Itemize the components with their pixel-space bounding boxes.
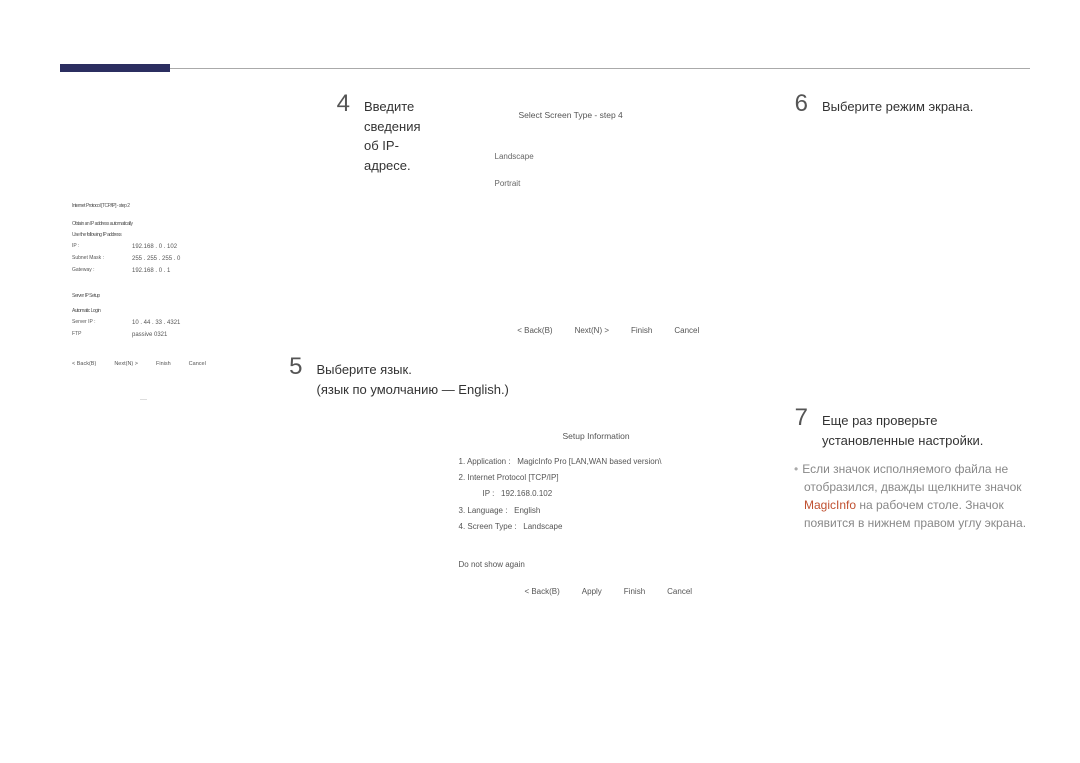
ip-value[interactable]: 192.168 . 0 . 102 xyxy=(132,243,177,252)
next-button[interactable]: Next(N) > xyxy=(114,360,138,368)
step-7-title: Еще раз проверьте установленные настройк… xyxy=(822,411,983,450)
do-not-show-checkbox[interactable]: Do not show again xyxy=(459,560,525,569)
column-left: 4 Введите сведения об IP-адресе. Interne… xyxy=(60,90,421,763)
auto-login-option[interactable]: Automatic Login xyxy=(72,308,421,316)
note-prefix: Если значок исполняемого файла не отобра… xyxy=(802,462,1021,494)
cancel-button[interactable]: Cancel xyxy=(667,587,692,596)
step-5-title-line1: Выберите язык. xyxy=(317,362,412,377)
wizard-title: Internet Protocol [TCP/IP] - step 2 xyxy=(72,203,130,211)
info-lang-label: 3. Language : xyxy=(459,506,508,515)
ftp-label: FTP xyxy=(72,331,132,340)
finish-button[interactable]: Finish xyxy=(631,326,652,335)
step-7: 7 Еще раз проверьте установленные настро… xyxy=(790,404,1030,532)
info-proto-label: 2. Internet Protocol [TCP/IP] xyxy=(459,473,559,482)
note-highlight: MagicInfo xyxy=(804,498,856,512)
info-screen-label: 4. Screen Type : xyxy=(459,522,517,531)
step-5: 5 Выберите язык. (язык по умолчанию — En… xyxy=(285,353,759,407)
header-accent xyxy=(60,64,170,72)
finish-button[interactable]: Finish xyxy=(156,360,171,368)
apply-button[interactable]: Apply xyxy=(582,587,602,596)
bullet-icon: • xyxy=(794,462,802,476)
info-app-label: 1. Application : xyxy=(459,457,511,466)
step-4-wizard: Internet Protocol [TCP/IP] - step 2 Obta… xyxy=(72,193,421,368)
column-right: 6 Выберите режим экрана. 7 Еще раз прове… xyxy=(790,90,1030,763)
step-7-title-line2: установленные настройки. xyxy=(822,431,983,451)
screen-type-wizard-title: Select Screen Type - step 4 xyxy=(519,110,759,120)
column-middle: Select Screen Type - step 4 Landscape Po… xyxy=(453,90,759,763)
next-button[interactable]: Next(N) > xyxy=(575,326,609,335)
finish-button[interactable]: Finish xyxy=(624,587,645,596)
server-ip-value[interactable]: 10 . 44 . 33 . 4321 xyxy=(132,319,180,328)
landscape-option[interactable]: Landscape xyxy=(495,152,759,161)
ftp-value[interactable]: passive 0321 xyxy=(132,331,167,340)
step-5-number: 5 xyxy=(285,353,303,381)
setup-info-title: Setup Information xyxy=(563,431,759,441)
info-app-value: MagicInfo Pro [LAN,WAN based version\ xyxy=(517,457,661,466)
portrait-option[interactable]: Portrait xyxy=(495,179,759,188)
back-button[interactable]: < Back(B) xyxy=(524,587,559,596)
server-ip-section: Server IP Setup xyxy=(72,293,100,301)
gateway-value[interactable]: 192.168 . 0 . 1 xyxy=(132,267,170,276)
step-6-title: Выберите режим экрана. xyxy=(822,97,973,117)
step-7-number: 7 xyxy=(790,404,808,432)
server-ip-label: Server IP : xyxy=(72,319,132,328)
cancel-button[interactable]: Cancel xyxy=(674,326,699,335)
setup-info: Setup Information 1. Application : Magic… xyxy=(453,427,759,596)
cancel-button[interactable]: Cancel xyxy=(189,360,206,368)
info-screen-value: Landscape xyxy=(523,522,562,531)
step-4-title: Введите сведения об IP-адресе. xyxy=(364,97,421,175)
auto-ip-option[interactable]: Obtain an IP address automatically xyxy=(72,221,421,229)
info-ip-label: IP : xyxy=(483,489,495,498)
content-columns: 4 Введите сведения об IP-адресе. Interne… xyxy=(60,90,1030,763)
back-button[interactable]: < Back(B) xyxy=(517,326,552,335)
step-4: 4 Введите сведения об IP-адресе. xyxy=(332,90,421,183)
ip-label: IP : xyxy=(72,243,132,252)
step-6-wizard: Select Screen Type - step 4 Landscape Po… xyxy=(459,110,759,335)
subnet-value[interactable]: 255 . 255 . 255 . 0 xyxy=(132,255,180,264)
header-rule xyxy=(60,68,1030,69)
manual-ip-option[interactable]: Use the following IP address xyxy=(72,232,421,240)
subnet-label: Subnet Mask : xyxy=(72,255,132,264)
gateway-label: Gateway : xyxy=(72,267,132,276)
step-4-number: 4 xyxy=(332,90,350,118)
step-6: 6 Выберите режим экрана. xyxy=(790,90,1030,126)
back-button[interactable]: < Back(B) xyxy=(72,360,96,368)
info-lang-value: English xyxy=(514,506,540,515)
step-7-title-line1: Еще раз проверьте xyxy=(822,413,937,428)
step-7-note: •Если значок исполняемого файла не отобр… xyxy=(790,460,1030,532)
page-root: 4 Введите сведения об IP-адресе. Interne… xyxy=(0,0,1080,763)
step-6-number: 6 xyxy=(790,90,808,118)
step-5-title-line2: (язык по умолчанию — English.) xyxy=(317,380,509,400)
info-ip-value: 192.168.0.102 xyxy=(501,489,552,498)
step-5-title: Выберите язык. (язык по умолчанию — Engl… xyxy=(317,360,509,399)
